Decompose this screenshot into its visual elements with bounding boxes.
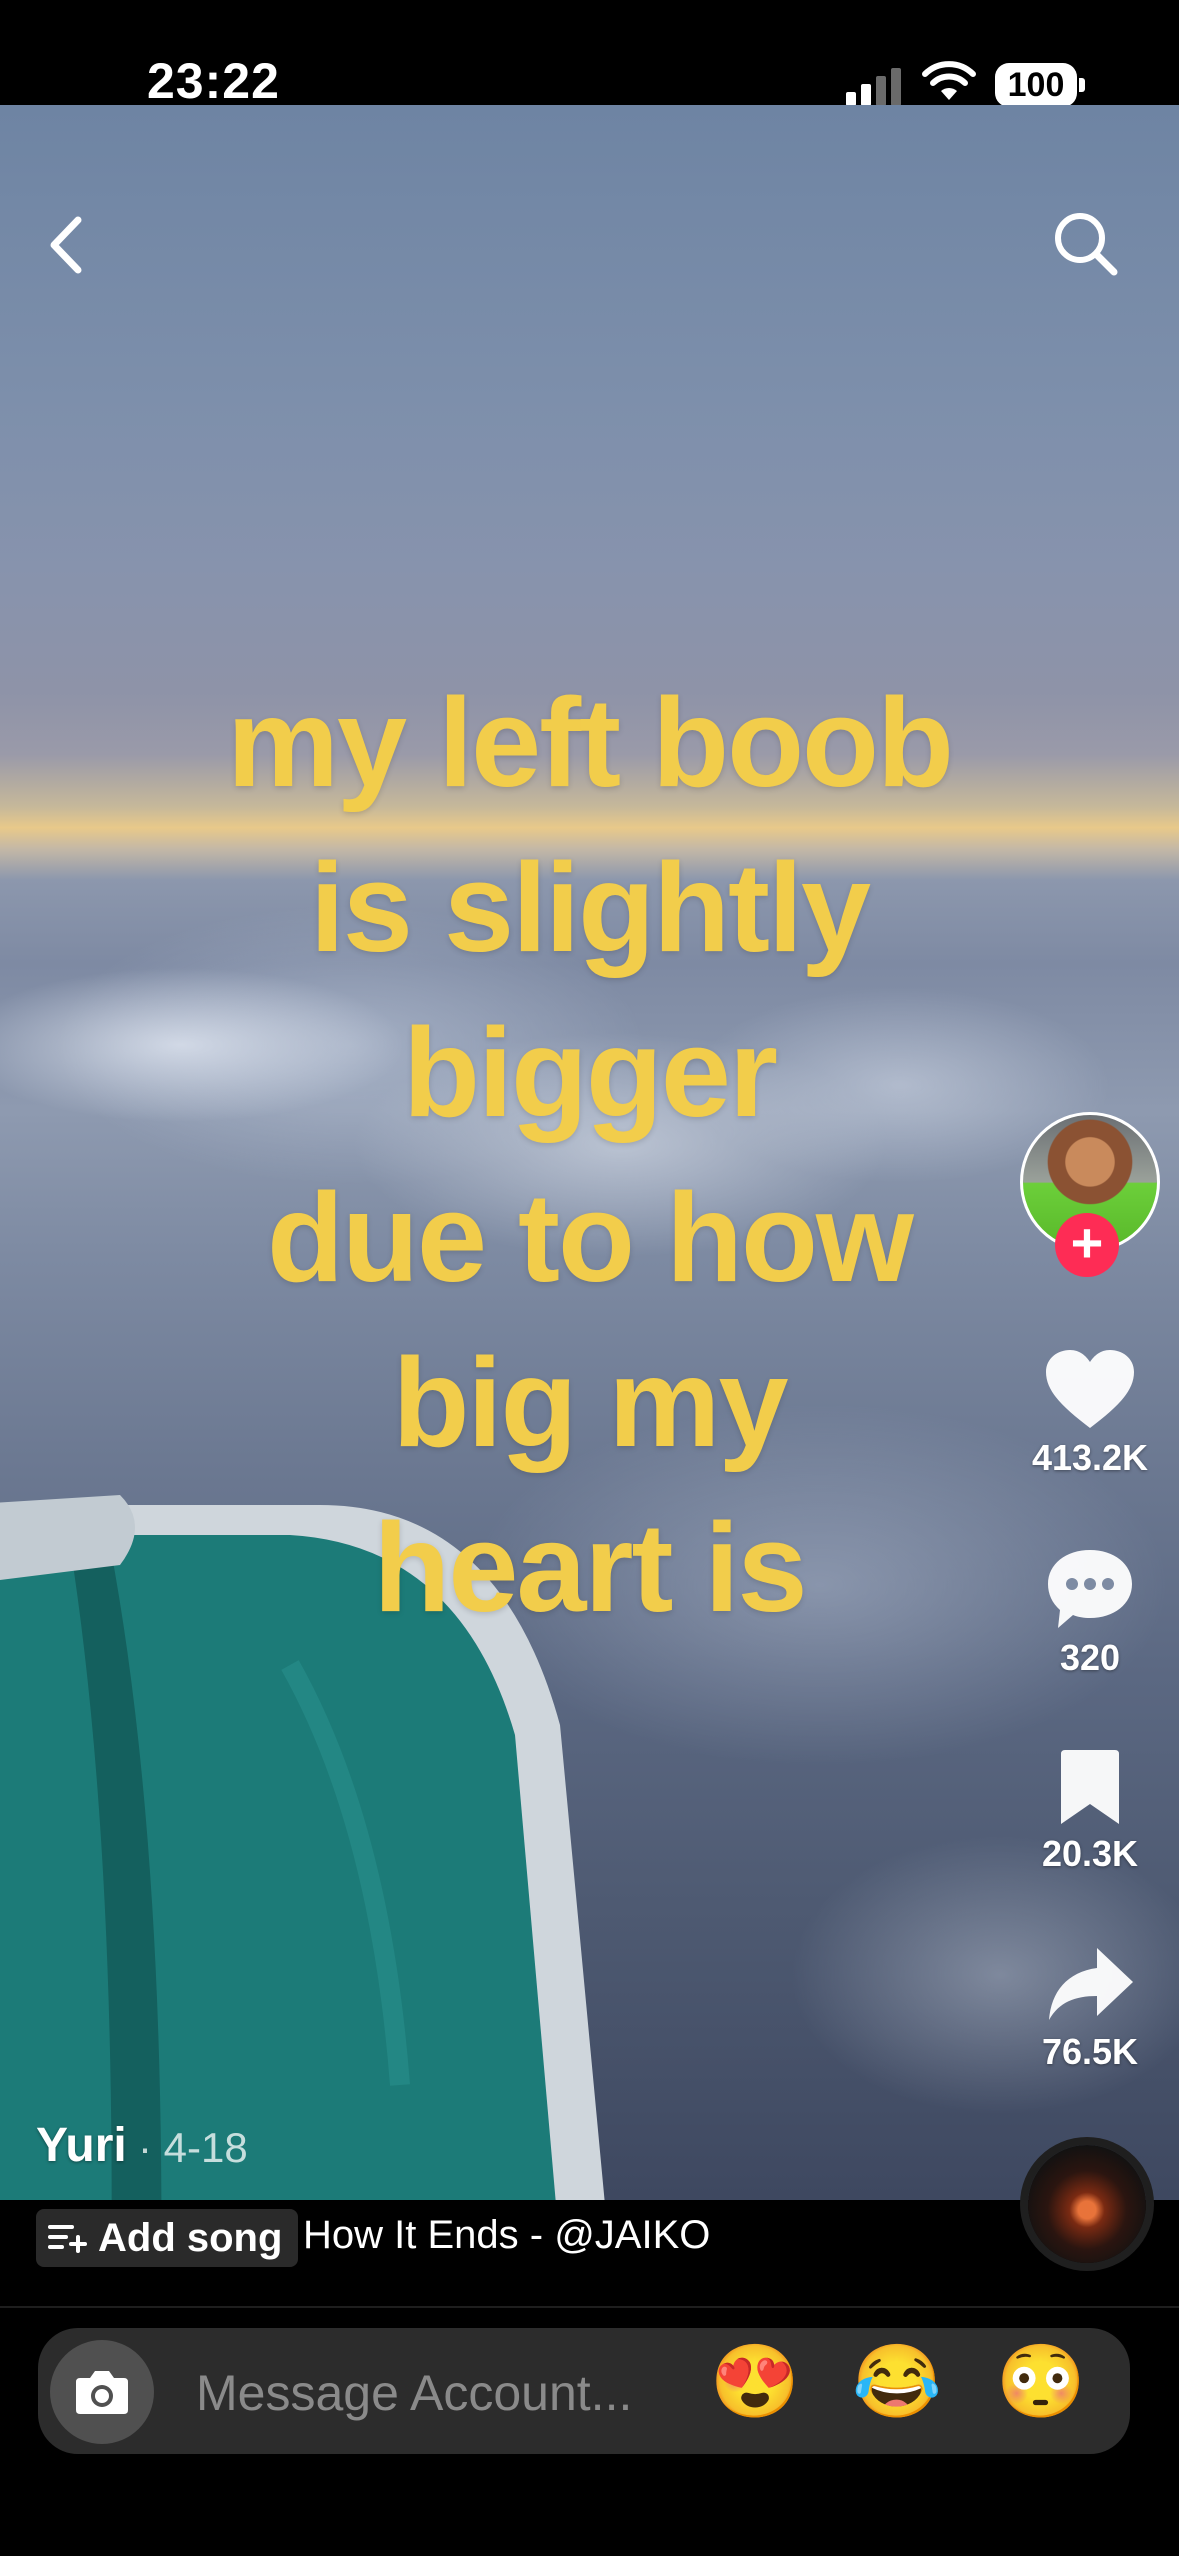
message-input-placeholder[interactable]: Message Account...	[196, 2364, 632, 2422]
wifi-icon	[922, 61, 976, 100]
overlay-text-line: is slightly	[309, 837, 871, 978]
overlay-text-line: my left boob	[227, 672, 954, 813]
music-disc-icon[interactable]	[1028, 2145, 1146, 2263]
emoji-tears-of-joy-button[interactable]: 😂	[852, 2346, 942, 2418]
playlist-add-icon	[48, 2225, 87, 2253]
camera-icon	[76, 2371, 128, 2414]
overlay-text-line: bigger	[402, 1002, 778, 1143]
cellular-signal-icon	[846, 62, 906, 106]
comment-bubble-icon	[1048, 1550, 1132, 1628]
song-title[interactable]: How It Ends - @JAIKO	[303, 2213, 710, 2258]
share-count: 76.5K	[1041, 2031, 1139, 2072]
status-time: 23:22	[147, 53, 280, 109]
share-action[interactable]: 76.5K	[1020, 1944, 1160, 2073]
add-song-button[interactable]: Add song	[36, 2209, 299, 2267]
emoji-flushed-button[interactable]: 😳	[996, 2346, 1086, 2418]
follow-button[interactable]: +	[1055, 1213, 1119, 1277]
author-name[interactable]: Yuri	[36, 2118, 127, 2173]
like-count: 413.2K	[1031, 1437, 1149, 1478]
status-bar: 23:22 100	[0, 0, 1179, 109]
heart-icon	[1046, 1350, 1134, 1428]
overlay-text-line: heart is	[373, 1497, 807, 1638]
overlay-text-line: due to how	[267, 1167, 914, 1308]
video-player[interactable]: my left boob is slightly bigger due to h…	[0, 105, 1179, 2200]
save-action[interactable]: 20.3K	[1020, 1748, 1160, 1875]
save-count: 20.3K	[1041, 1833, 1139, 1874]
search-icon[interactable]	[1050, 208, 1122, 280]
like-action[interactable]: 413.2K	[1020, 1348, 1160, 1479]
battery-indicator: 100	[995, 63, 1077, 107]
share-arrow-icon	[1049, 1948, 1133, 2020]
bookmark-icon	[1061, 1750, 1119, 1824]
post-date: · 4-18	[138, 2124, 248, 2171]
camera-button[interactable]	[50, 2340, 154, 2444]
comment-count: 320	[1059, 1637, 1121, 1678]
add-song-label: Add song	[98, 2215, 283, 2260]
emoji-heart-eyes-button[interactable]: 😍	[710, 2346, 800, 2418]
battery-cap	[1079, 78, 1085, 92]
back-chevron-icon[interactable]	[40, 210, 96, 280]
comment-action[interactable]: 320	[1020, 1546, 1160, 1679]
overlay-text-line: big my	[392, 1332, 788, 1473]
